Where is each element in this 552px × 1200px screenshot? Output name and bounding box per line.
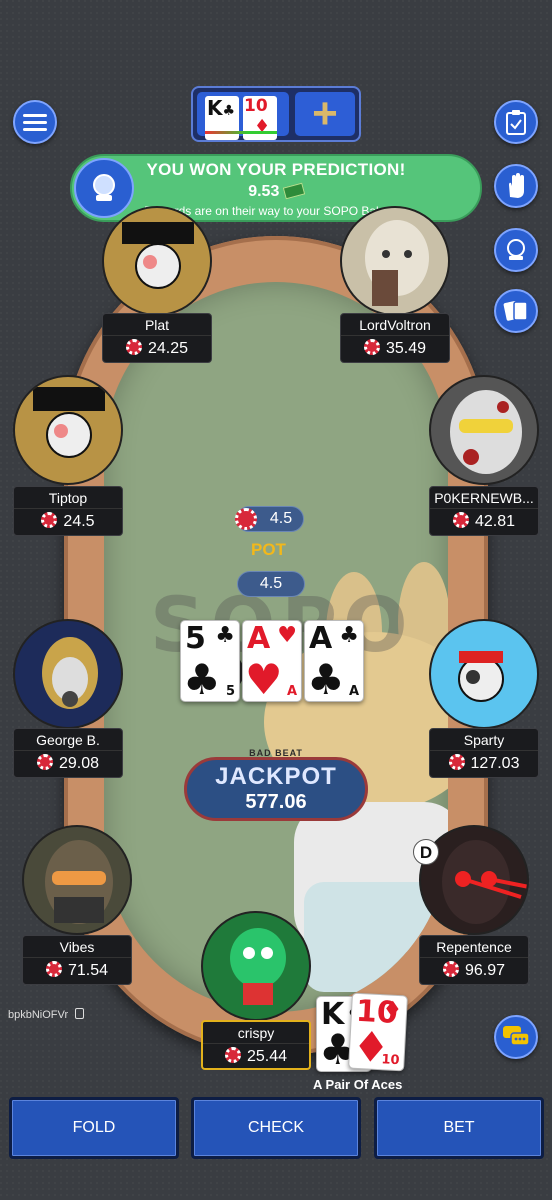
player-plate-tiptop: Tiptop 24.5 — [13, 486, 123, 536]
player-plate-pokernewb: P0KERNEWB... 42.81 — [429, 486, 539, 536]
chip-icon — [448, 754, 465, 770]
plus-icon: + — [312, 89, 338, 138]
fold-button[interactable]: FOLD — [9, 1097, 179, 1159]
chat-icon — [503, 1026, 530, 1046]
user-id[interactable]: bpkbNiOFVr — [8, 1008, 85, 1021]
hand-preview-cards: K♣ 10 ♦ — [197, 92, 289, 140]
chip-icon — [452, 512, 469, 528]
avatar-pokernewb[interactable] — [429, 375, 539, 485]
card-rank: A — [309, 621, 333, 656]
player-name: crispy — [203, 1022, 309, 1044]
player-plate-lordvoltron: LordVoltron 35.49 — [340, 313, 450, 363]
chip-icon — [41, 512, 58, 528]
bet-button[interactable]: BET — [374, 1097, 544, 1159]
player-stack: 96.97 — [420, 958, 528, 984]
crystal-ball-icon — [507, 239, 525, 260]
avatar-sparty[interactable] — [429, 619, 539, 729]
card-suit: ♦ — [381, 997, 403, 1024]
card-rank-small: 10 — [381, 1052, 400, 1069]
clipboard-button[interactable] — [494, 100, 538, 144]
player-plate-crispy: crispy 25.44 — [201, 1020, 311, 1070]
bad-beat-jackpot: BAD BEAT JACKPOT 577.06 — [184, 748, 368, 821]
chip-icon — [36, 754, 53, 770]
player-plate-plat: Plat 24.25 — [102, 313, 212, 363]
chip-icon — [45, 961, 62, 977]
player-bet: 4.5 — [235, 506, 304, 532]
player-plate-sparty: Sparty 127.03 — [429, 728, 539, 778]
player-name: P0KERNEWB... — [430, 487, 538, 509]
player-stack: 42.81 — [430, 509, 538, 535]
card-suit-large: ♥ — [245, 655, 283, 704]
player-stack: 29.08 — [14, 751, 122, 777]
player-name: Tiptop — [14, 487, 122, 509]
card-suit: ♣ — [339, 623, 359, 648]
avatar-lordvoltron[interactable] — [340, 206, 450, 316]
jackpot-value: 577.06 — [245, 791, 307, 813]
chip-icon — [224, 1047, 241, 1063]
cards-button[interactable] — [494, 289, 538, 333]
card-suit: ♣ — [215, 623, 235, 648]
player-name: LordVoltron — [341, 314, 449, 336]
avatar-repentence[interactable] — [419, 825, 529, 935]
hamburger-icon — [23, 114, 47, 131]
dealer-button: D — [413, 839, 439, 865]
hero_cards-card: 10 ♦ ♦ 10 — [348, 992, 408, 1073]
crystal-ball-icon — [74, 158, 134, 218]
pot-total: 4.5 — [237, 571, 305, 597]
chip-icon — [125, 339, 142, 355]
avatar-george[interactable] — [13, 619, 123, 729]
add-table-button[interactable]: + — [295, 92, 355, 136]
card-rank: 5 — [185, 621, 206, 656]
player-name: Vibes — [23, 936, 131, 958]
avatar-vibes[interactable] — [22, 825, 132, 935]
board-card: A ♥ ♥ A — [242, 620, 302, 702]
raise-hand-button[interactable] — [494, 164, 538, 208]
player-stack: 24.25 — [103, 336, 211, 362]
card-rank-small: A — [286, 684, 297, 699]
jackpot-small-label: BAD BEAT — [249, 748, 303, 758]
card-rank: A — [247, 621, 271, 656]
player-plate-george: George B. 29.08 — [13, 728, 123, 778]
jackpot-title: JACKPOT — [215, 763, 337, 790]
avatar-tiptop[interactable] — [13, 375, 123, 485]
player-name: Sparty — [430, 729, 538, 751]
pot-label: POT — [251, 540, 286, 559]
player-stack: 35.49 — [341, 336, 449, 362]
player-stack: 25.44 — [203, 1044, 309, 1070]
player-plate-vibes: Vibes 71.54 — [22, 935, 132, 985]
card-rank-small: 5 — [225, 684, 235, 699]
cash-icon — [282, 182, 306, 200]
avatar-crispy[interactable] — [201, 911, 311, 1021]
hand-preview-box[interactable]: K♣ 10 ♦ + — [191, 86, 361, 142]
prediction-button[interactable] — [494, 228, 538, 272]
check-button[interactable]: CHECK — [191, 1097, 361, 1159]
chip-icon — [363, 339, 380, 355]
avatar-plat[interactable] — [102, 206, 212, 316]
card-suit: ♥ — [277, 623, 297, 648]
player-name: Plat — [103, 314, 211, 336]
hand-icon — [509, 173, 524, 198]
board-card: 5 ♣ ♣ 5 — [180, 620, 240, 702]
player-plate-repentence: Repentence 96.97 — [419, 935, 529, 985]
player-name: Repentence — [420, 936, 528, 958]
player-name: George B. — [14, 729, 122, 751]
clipboard-icon — [506, 110, 526, 135]
player-stack: 127.03 — [430, 751, 538, 777]
hand-description: A Pair Of Aces — [313, 1077, 403, 1092]
banner-title: YOU WON YOUR PREDICTION! — [146, 160, 406, 179]
cards-icon — [503, 301, 528, 321]
card-suit-large: ♣ — [183, 655, 221, 704]
board-card: A ♣ ♣ A — [304, 620, 364, 702]
menu-button[interactable] — [13, 100, 57, 144]
card-suit-large: ♣ — [307, 655, 345, 704]
player-stack: 71.54 — [23, 958, 131, 984]
card-rank-small: A — [348, 684, 359, 699]
copy-icon[interactable] — [75, 1008, 85, 1019]
player-stack: 24.5 — [14, 509, 122, 535]
chip-icon — [442, 961, 459, 977]
chip-icon — [235, 508, 257, 530]
chat-button[interactable] — [494, 1015, 538, 1059]
